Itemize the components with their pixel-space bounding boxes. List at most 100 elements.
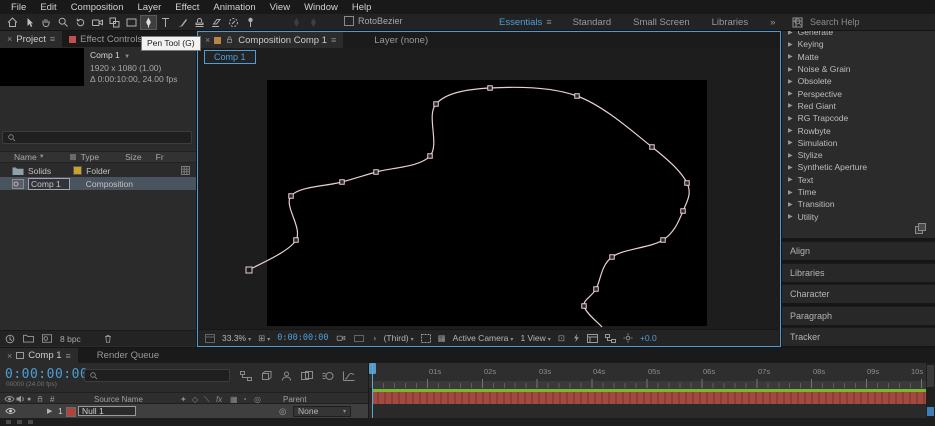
tab-timeline-comp1[interactable]: × Comp 1 ≡ bbox=[0, 348, 78, 363]
expand-in-out-icon[interactable] bbox=[17, 420, 22, 424]
timeline-search-field[interactable] bbox=[84, 369, 230, 382]
layer-name[interactable]: Null 1 bbox=[78, 405, 136, 416]
layer-parent-dropdown[interactable]: None ▾ bbox=[293, 405, 351, 417]
pen-tool[interactable] bbox=[140, 14, 157, 30]
layer-label-color[interactable] bbox=[66, 407, 76, 417]
roto-brush-tool[interactable] bbox=[225, 15, 242, 30]
exposure-value[interactable]: +0.0 bbox=[640, 333, 657, 343]
rectangle-tool[interactable] bbox=[123, 15, 140, 30]
new-composition-icon[interactable] bbox=[42, 334, 52, 343]
column-size[interactable]: Size bbox=[125, 152, 142, 162]
effects-category-matte[interactable]: ▶ Matte bbox=[782, 51, 935, 63]
workspace-overflow-icon[interactable]: » bbox=[759, 17, 786, 28]
effects-category-simulation[interactable]: ▶ Simulation bbox=[782, 137, 935, 149]
effects-category-text[interactable]: ▶ Text bbox=[782, 174, 935, 186]
column-source-name[interactable]: Source Name bbox=[94, 395, 143, 404]
help-search-input[interactable] bbox=[808, 16, 904, 28]
bit-depth-button[interactable]: 8 bpc bbox=[60, 334, 81, 344]
menu-item-view[interactable]: View bbox=[263, 2, 297, 13]
project-search-field[interactable] bbox=[2, 131, 192, 144]
tab-render-queue[interactable]: Render Queue bbox=[90, 348, 166, 363]
workspace-menu-icon[interactable]: ≡ bbox=[546, 17, 561, 27]
comp-flowchart-icon[interactable] bbox=[240, 371, 252, 381]
fast-previews-icon[interactable] bbox=[572, 333, 580, 343]
resolution-dropdown[interactable]: (Third) ▾ bbox=[384, 333, 414, 343]
home-tool[interactable] bbox=[4, 15, 21, 30]
eraser-tool[interactable] bbox=[208, 15, 225, 30]
panel-menu-icon[interactable]: ≡ bbox=[331, 35, 336, 45]
menu-item-effect[interactable]: Effect bbox=[168, 2, 206, 13]
interpret-footage-icon[interactable] bbox=[5, 334, 15, 344]
selection-tool[interactable] bbox=[21, 15, 38, 30]
pick-whip-icon[interactable]: ◎ bbox=[279, 406, 286, 417]
label-color-swatch[interactable] bbox=[73, 166, 83, 175]
menu-item-edit[interactable]: Edit bbox=[33, 2, 63, 13]
show-snapshot-icon[interactable] bbox=[354, 334, 365, 343]
tracker-panel-header[interactable]: Tracker bbox=[782, 327, 935, 346]
zoom-handle[interactable] bbox=[927, 407, 934, 416]
reset-exposure-icon[interactable] bbox=[623, 333, 633, 343]
layer-visibility-icon[interactable] bbox=[5, 407, 16, 415]
effects-category-red-giant[interactable]: ▶ Red Giant bbox=[782, 100, 935, 112]
tab-composition[interactable]: × Composition Comp 1 ≡ bbox=[198, 32, 344, 48]
frame-blend-icon[interactable] bbox=[301, 371, 313, 381]
scrollbar-thumb[interactable] bbox=[927, 365, 934, 387]
layer-row-1[interactable]: ▶ 1 Null 1 ◎ None ▾ bbox=[0, 404, 368, 418]
effects-category-noise-grain[interactable]: ▶ Noise & Grain bbox=[782, 63, 935, 75]
flowchart-icon[interactable] bbox=[604, 333, 616, 343]
zoom-level-dropdown[interactable]: 33.3% ▾ bbox=[222, 333, 251, 343]
menu-item-help[interactable]: Help bbox=[345, 2, 379, 13]
column-name[interactable]: Name bbox=[0, 152, 37, 162]
column-frame[interactable]: Fr bbox=[156, 152, 164, 162]
puppet-pin-tool[interactable] bbox=[242, 15, 259, 30]
column-type[interactable]: Type bbox=[81, 152, 99, 162]
project-item-comp1[interactable]: Comp 1 Composition bbox=[0, 177, 196, 190]
effects-category-rowbyte[interactable]: ▶ Rowbyte bbox=[782, 124, 935, 136]
effects-category-generate[interactable]: ▶ Generate bbox=[782, 31, 935, 38]
new-folder-icon[interactable] bbox=[23, 334, 34, 343]
timeline-scrollbar[interactable] bbox=[926, 363, 935, 418]
effects-category-transition[interactable]: ▶ Transition bbox=[782, 198, 935, 210]
audio-column-icon[interactable] bbox=[16, 395, 25, 403]
bezier-path[interactable] bbox=[198, 64, 780, 330]
selected-comp-name[interactable]: Comp 1 bbox=[90, 50, 120, 60]
effects-category-time[interactable]: ▶ Time bbox=[782, 186, 935, 198]
viewer-comp-tab[interactable]: Comp 1 bbox=[204, 50, 256, 64]
column-index[interactable]: # bbox=[50, 395, 54, 404]
type-tool[interactable] bbox=[157, 15, 174, 30]
effects-category-obsolete[interactable]: ▶ Obsolete bbox=[782, 75, 935, 87]
effects-category-stylize[interactable]: ▶ Stylize bbox=[782, 149, 935, 161]
toggle-switches-icon[interactable] bbox=[6, 420, 11, 424]
help-search[interactable] bbox=[793, 15, 904, 29]
always-preview-icon[interactable] bbox=[205, 333, 215, 343]
tab-project[interactable]: × Project ≡ bbox=[0, 31, 63, 47]
panel-menu-icon[interactable]: ≡ bbox=[66, 351, 71, 361]
label-column-icon[interactable] bbox=[69, 153, 77, 161]
workspace-small-screen[interactable]: Small Screen bbox=[622, 17, 701, 28]
effects-category-keying[interactable]: ▶ Keying bbox=[782, 38, 935, 50]
tab-layer[interactable]: Layer (none) bbox=[367, 32, 435, 48]
menu-item-layer[interactable]: Layer bbox=[131, 2, 169, 13]
close-icon[interactable]: × bbox=[7, 34, 12, 44]
clone-stamp-tool[interactable] bbox=[191, 15, 208, 30]
panel-stack-icon[interactable] bbox=[915, 223, 926, 234]
tab-effect-controls[interactable]: Effect Controls bbox=[62, 31, 149, 47]
current-time-button[interactable]: 0:00:00:00 bbox=[277, 333, 328, 343]
hand-tool[interactable] bbox=[38, 15, 55, 30]
composition-viewer[interactable] bbox=[198, 64, 780, 330]
time-ruler[interactable]: 01s 02s 03s 04s 05s 06s 07s 08s 09s 10s bbox=[369, 363, 927, 389]
effects-category-utility[interactable]: ▶ Utility bbox=[782, 210, 935, 222]
view-layout-dropdown[interactable]: 1 View ▾ bbox=[520, 333, 550, 343]
zoom-tool[interactable] bbox=[55, 15, 72, 30]
grid-guides-button[interactable]: ⊞ ▾ bbox=[258, 333, 270, 344]
workspace-standard[interactable]: Standard bbox=[562, 17, 623, 28]
playhead-line[interactable] bbox=[372, 363, 373, 418]
snapshot-button[interactable] bbox=[335, 333, 347, 343]
zoom-slider-icon[interactable] bbox=[28, 420, 33, 424]
panel-menu-icon[interactable]: ≡ bbox=[50, 34, 55, 44]
column-parent[interactable]: Parent bbox=[283, 395, 307, 404]
motion-blur-icon[interactable] bbox=[322, 371, 334, 381]
effects-category-rg-trapcode[interactable]: ▶ RG Trapcode bbox=[782, 112, 935, 124]
brush-tool[interactable] bbox=[174, 15, 191, 30]
pixel-aspect-icon[interactable]: ⊡ bbox=[558, 333, 565, 344]
